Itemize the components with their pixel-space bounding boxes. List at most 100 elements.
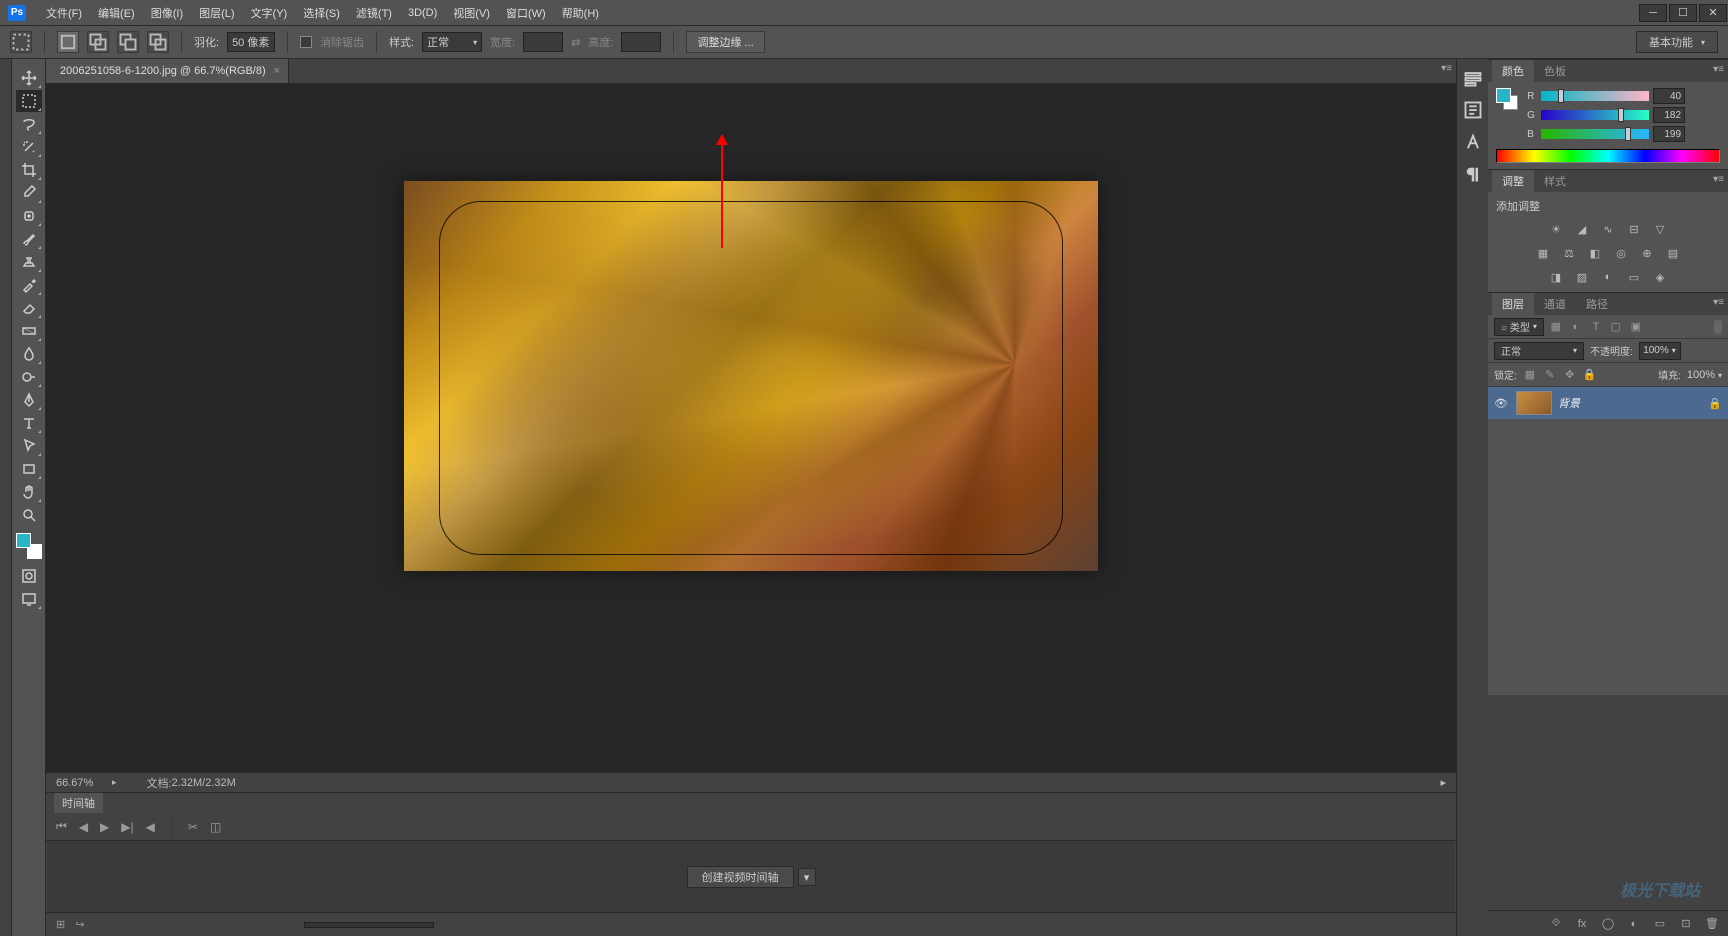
properties-panel-icon[interactable] bbox=[1463, 101, 1483, 119]
panel-menu-icon[interactable]: ▾≡ bbox=[1713, 174, 1724, 185]
close-icon[interactable]: × bbox=[274, 65, 280, 77]
layer-row-background[interactable]: 👁 背景 🔒 bbox=[1488, 387, 1728, 419]
gradient-map-icon[interactable]: ▭ bbox=[1625, 268, 1643, 286]
screen-mode-icon[interactable] bbox=[16, 588, 42, 610]
menu-window[interactable]: 窗口(W) bbox=[498, 1, 554, 25]
timeline-mute-icon[interactable]: ◀ bbox=[146, 820, 155, 834]
dodge-tool-icon[interactable] bbox=[16, 366, 42, 388]
timeline-next-frame-icon[interactable]: ▶| bbox=[121, 820, 133, 834]
style-select[interactable]: 正常▾ bbox=[422, 32, 482, 52]
brightness-contrast-icon[interactable]: ☀ bbox=[1547, 220, 1565, 238]
menu-select[interactable]: 选择(S) bbox=[295, 1, 348, 25]
crop-tool-icon[interactable] bbox=[16, 159, 42, 181]
magic-wand-tool-icon[interactable] bbox=[16, 136, 42, 158]
create-video-timeline-button[interactable]: 创建视频时间轴 bbox=[687, 866, 794, 888]
selection-add-icon[interactable] bbox=[87, 31, 109, 53]
menu-help[interactable]: 帮助(H) bbox=[554, 1, 607, 25]
bw-icon[interactable]: ◧ bbox=[1586, 244, 1604, 262]
brush-tool-icon[interactable] bbox=[16, 228, 42, 250]
marquee-tool-indicator-icon[interactable] bbox=[10, 31, 32, 53]
move-tool-icon[interactable] bbox=[16, 67, 42, 89]
filter-adjust-icon[interactable]: ◐ bbox=[1568, 319, 1584, 335]
tab-color[interactable]: 颜色 bbox=[1492, 60, 1534, 82]
quickmask-toggle-icon[interactable] bbox=[16, 565, 42, 587]
path-selection-tool-icon[interactable] bbox=[16, 435, 42, 457]
history-brush-tool-icon[interactable] bbox=[16, 274, 42, 296]
invert-icon[interactable]: ◨ bbox=[1547, 268, 1565, 286]
timeline-scissors-icon[interactable]: ✂ bbox=[188, 820, 198, 834]
feather-input[interactable] bbox=[227, 32, 275, 52]
blend-mode-select[interactable]: 正常▾ bbox=[1494, 342, 1584, 360]
filter-toggle[interactable] bbox=[1714, 320, 1722, 334]
timeline-prev-frame-icon[interactable]: ◀ bbox=[79, 820, 88, 834]
layer-group-icon[interactable]: ▭ bbox=[1652, 916, 1668, 932]
timeline-toggle-icon[interactable]: ⊞ bbox=[56, 918, 65, 931]
new-layer-icon[interactable]: ⊡ bbox=[1678, 916, 1694, 932]
slider-b[interactable] bbox=[1541, 129, 1649, 139]
hue-sat-icon[interactable]: ▦ bbox=[1534, 244, 1552, 262]
adjustment-layer-icon[interactable]: ◐ bbox=[1626, 916, 1642, 932]
filter-smart-icon[interactable]: ▣ bbox=[1628, 319, 1644, 335]
selection-intersect-icon[interactable] bbox=[147, 31, 169, 53]
zoom-tool-icon[interactable] bbox=[16, 504, 42, 526]
posterize-icon[interactable]: ▨ bbox=[1573, 268, 1591, 286]
pen-tool-icon[interactable] bbox=[16, 389, 42, 411]
history-panel-icon[interactable] bbox=[1463, 69, 1483, 87]
lock-position-icon[interactable]: ✥ bbox=[1563, 368, 1577, 382]
tab-swatches[interactable]: 色板 bbox=[1534, 60, 1576, 82]
blur-tool-icon[interactable] bbox=[16, 343, 42, 365]
canvas-image[interactable] bbox=[404, 181, 1098, 571]
eyedropper-tool-icon[interactable] bbox=[16, 182, 42, 204]
slider-r[interactable] bbox=[1541, 91, 1649, 101]
input-g[interactable] bbox=[1653, 107, 1685, 123]
input-b[interactable] bbox=[1653, 126, 1685, 142]
menu-type[interactable]: 文字(Y) bbox=[243, 1, 296, 25]
selection-new-icon[interactable] bbox=[57, 31, 79, 53]
workspace-switcher[interactable]: 基本功能 bbox=[1636, 31, 1718, 53]
menu-file[interactable]: 文件(F) bbox=[38, 1, 90, 25]
tab-styles[interactable]: 样式 bbox=[1534, 170, 1576, 192]
status-popup-icon[interactable]: ▸ bbox=[1440, 776, 1446, 789]
slider-g[interactable] bbox=[1541, 110, 1649, 120]
menu-edit[interactable]: 编辑(E) bbox=[90, 1, 143, 25]
link-layers-icon[interactable]: ⟐ bbox=[1548, 916, 1564, 932]
threshold-icon[interactable]: ◐ bbox=[1599, 268, 1617, 286]
eraser-tool-icon[interactable] bbox=[16, 297, 42, 319]
zoom-popup-icon[interactable]: ▸ bbox=[112, 777, 117, 788]
layer-name[interactable]: 背景 bbox=[1558, 395, 1580, 411]
exposure-icon[interactable]: ⊟ bbox=[1625, 220, 1643, 238]
zoom-level[interactable]: 66.67% bbox=[56, 777, 106, 789]
lock-pixels-icon[interactable]: ✎ bbox=[1543, 368, 1557, 382]
timeline-convert-icon[interactable]: ↪ bbox=[75, 918, 84, 931]
menu-filter[interactable]: 滤镜(T) bbox=[348, 1, 400, 25]
tab-adjustments[interactable]: 调整 bbox=[1492, 170, 1534, 192]
input-r[interactable] bbox=[1653, 88, 1685, 104]
lasso-tool-icon[interactable] bbox=[16, 113, 42, 135]
channel-mixer-icon[interactable]: ⊕ bbox=[1638, 244, 1656, 262]
opacity-input[interactable]: 100%▾ bbox=[1639, 342, 1681, 360]
menu-image[interactable]: 图像(I) bbox=[143, 1, 191, 25]
hand-tool-icon[interactable] bbox=[16, 481, 42, 503]
clone-stamp-tool-icon[interactable] bbox=[16, 251, 42, 273]
gradient-tool-icon[interactable] bbox=[16, 320, 42, 342]
panel-menu-icon[interactable]: ▾≡ bbox=[1713, 64, 1724, 75]
color-balance-icon[interactable]: ⚖ bbox=[1560, 244, 1578, 262]
vibrance-icon[interactable]: ▽ bbox=[1651, 220, 1669, 238]
character-panel-icon[interactable] bbox=[1463, 133, 1483, 151]
menu-3d[interactable]: 3D(D) bbox=[400, 3, 445, 23]
timeline-first-frame-icon[interactable]: ⏮ bbox=[56, 819, 67, 834]
timeline-play-icon[interactable]: ▶ bbox=[100, 820, 109, 834]
timeline-tab[interactable]: 时间轴 bbox=[54, 793, 103, 813]
rectangle-tool-icon[interactable] bbox=[16, 458, 42, 480]
timeline-transition-icon[interactable]: ◫ bbox=[210, 820, 221, 834]
tab-channels[interactable]: 通道 bbox=[1534, 293, 1576, 315]
color-spectrum[interactable] bbox=[1496, 149, 1720, 163]
tab-layers[interactable]: 图层 bbox=[1492, 293, 1534, 315]
collapsed-panel-strip[interactable] bbox=[0, 59, 12, 936]
layer-filter-kind[interactable]: ○ 类型▾ bbox=[1494, 318, 1544, 336]
fill-input[interactable]: 100%▾ bbox=[1687, 369, 1722, 381]
minimize-button[interactable]: ─ bbox=[1639, 4, 1667, 22]
marquee-tool-icon[interactable] bbox=[16, 90, 42, 112]
maximize-button[interactable]: ☐ bbox=[1669, 4, 1697, 22]
color-lookup-icon[interactable]: ▤ bbox=[1664, 244, 1682, 262]
